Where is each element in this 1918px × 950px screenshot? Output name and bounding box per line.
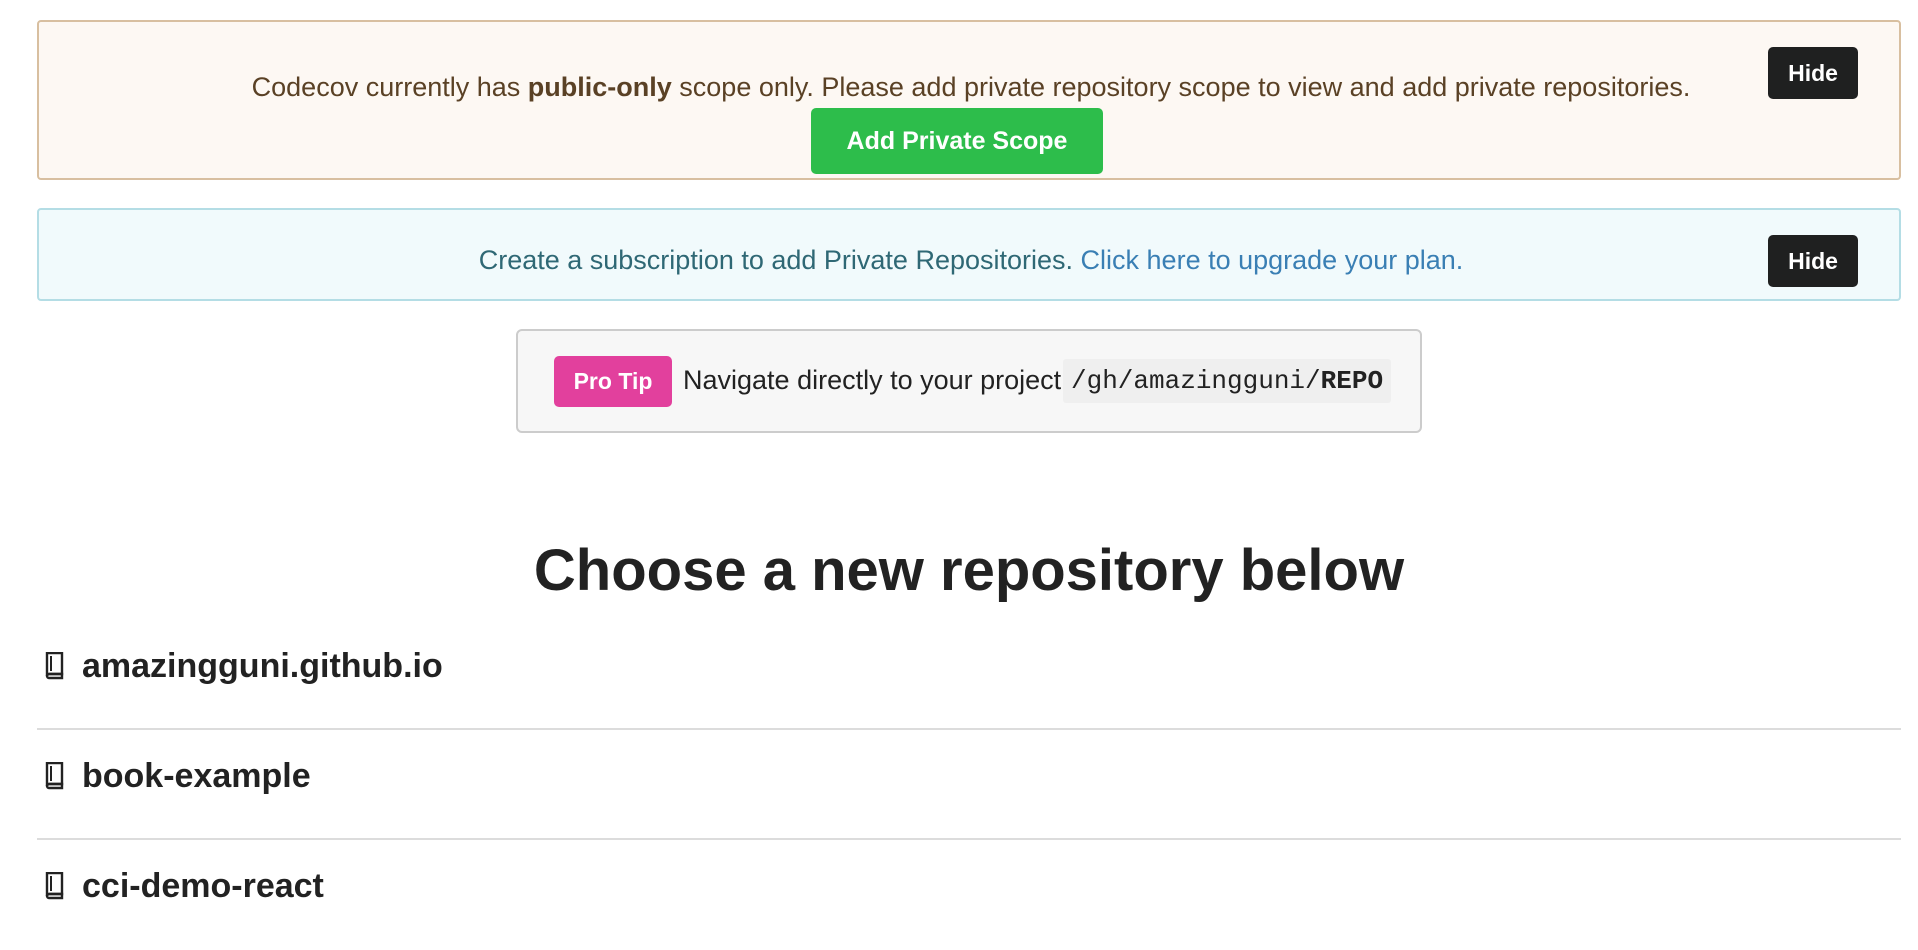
upgrade-plan-link[interactable]: Click here to upgrade your plan. bbox=[1081, 245, 1464, 275]
subscription-alert-message: Create a subscription to add Private Rep… bbox=[39, 243, 1903, 277]
subscription-alert: Create a subscription to add Private Rep… bbox=[37, 208, 1901, 301]
page-heading: Choose a new repository below bbox=[533, 538, 1405, 603]
repo-icon bbox=[45, 652, 64, 680]
subscription-text: Create a subscription to add Private Rep… bbox=[478, 245, 1074, 275]
add-private-scope-button[interactable]: Add Private Scope bbox=[811, 108, 1103, 174]
pro-tip-code: /gh/amazingguni/REPO bbox=[1063, 359, 1392, 403]
pro-tip-code-prefix: /gh/amazingguni/ bbox=[1071, 366, 1321, 396]
pro-tip-code-repo: REPO bbox=[1320, 366, 1384, 396]
scope-text-after: scope only. Please add private repositor… bbox=[671, 72, 1691, 102]
pro-tip-text: Navigate directly to your project: bbox=[683, 365, 1069, 395]
repository-item[interactable]: amazingguni.github.io bbox=[37, 620, 1901, 730]
repo-icon bbox=[45, 762, 64, 790]
scope-alert-message: Codecov currently has public-only scope … bbox=[39, 70, 1903, 104]
pro-tip-box: Pro Tip Navigate directly to your projec… bbox=[516, 329, 1422, 433]
repository-name[interactable]: cci-demo-react bbox=[82, 865, 324, 907]
repo-icon bbox=[45, 872, 64, 900]
scope-text-bold: public-only bbox=[527, 72, 672, 102]
repository-list: amazingguni.github.io book-example cci-d… bbox=[37, 620, 1901, 950]
repository-name[interactable]: book-example bbox=[82, 755, 311, 797]
repository-name[interactable]: amazingguni.github.io bbox=[82, 645, 443, 687]
hide-subscription-alert-button[interactable]: Hide bbox=[1768, 235, 1858, 287]
hide-scope-alert-button[interactable]: Hide bbox=[1768, 47, 1858, 99]
repository-item[interactable]: cci-demo-react bbox=[37, 840, 1901, 950]
scope-alert: Codecov currently has public-only scope … bbox=[37, 20, 1901, 180]
repository-item[interactable]: book-example bbox=[37, 730, 1901, 840]
pro-tip-badge: Pro Tip bbox=[554, 356, 672, 407]
scope-text-before: Codecov currently has bbox=[251, 72, 528, 102]
